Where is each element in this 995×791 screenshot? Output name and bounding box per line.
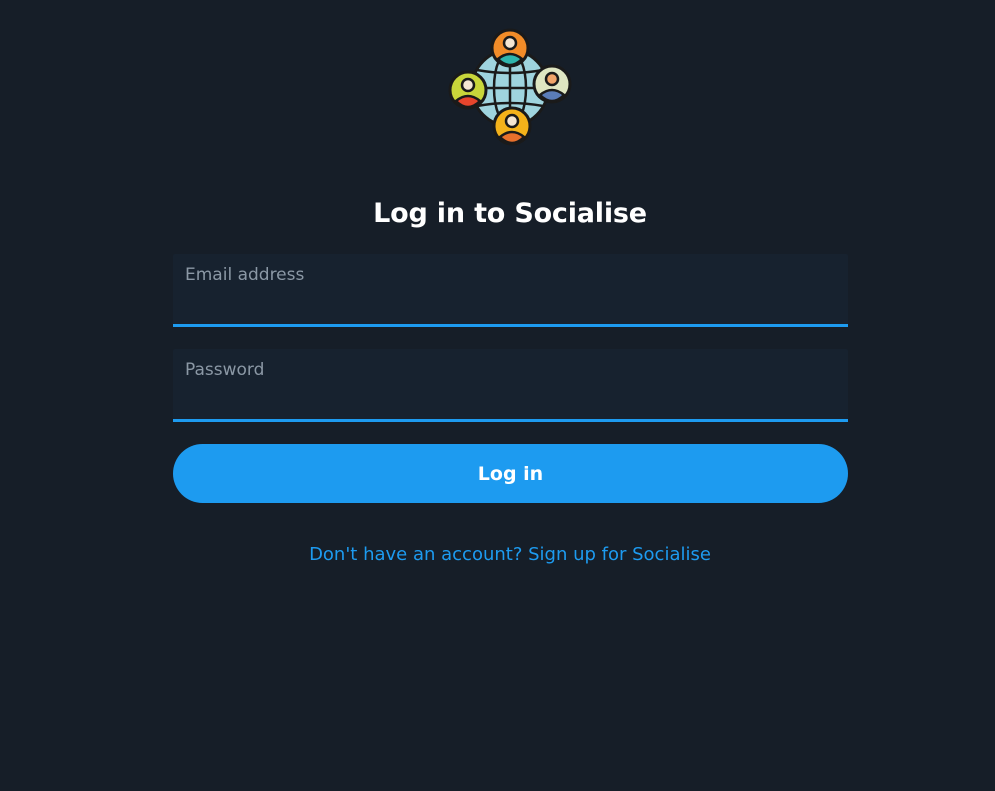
login-button[interactable]: Log in bbox=[173, 444, 848, 503]
signup-link[interactable]: Don't have an account? Sign up for Socia… bbox=[0, 543, 995, 567]
socialise-logo-icon bbox=[444, 28, 576, 148]
email-field[interactable]: Email address bbox=[173, 254, 848, 327]
password-input[interactable] bbox=[185, 385, 836, 411]
email-label: Email address bbox=[185, 265, 305, 285]
password-field[interactable]: Password bbox=[173, 349, 848, 422]
password-label: Password bbox=[185, 360, 265, 380]
email-input[interactable] bbox=[185, 290, 836, 316]
page-title: Log in to Socialise bbox=[373, 198, 647, 229]
